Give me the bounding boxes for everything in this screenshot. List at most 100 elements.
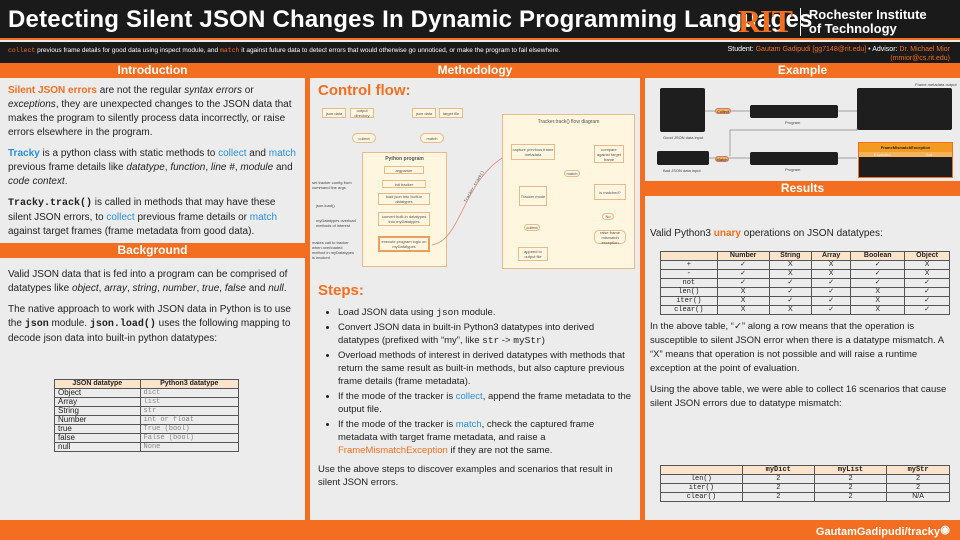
table-header: Number bbox=[716, 251, 770, 261]
table-cell: ✓ bbox=[810, 287, 852, 297]
steps-list: Load JSON data using json module. Conver… bbox=[318, 306, 636, 496]
table-cell: ✓ bbox=[850, 278, 906, 288]
github-link[interactable]: ◉ GautamGadipudi/tracky bbox=[816, 523, 950, 538]
table-row: null None bbox=[54, 442, 240, 452]
table-cell: iter() bbox=[660, 483, 743, 493]
table-cell: iter() bbox=[660, 296, 718, 306]
table-cell: X bbox=[850, 305, 906, 315]
table-cell: list bbox=[139, 397, 240, 407]
table-cell: ✓ bbox=[810, 296, 852, 306]
table-row: true True (bool) bbox=[54, 424, 240, 434]
table-cell: 2 bbox=[813, 483, 888, 493]
table-cell: ✓ bbox=[850, 269, 906, 279]
table-row: Number int or float bbox=[54, 415, 240, 425]
table-cell: 2 bbox=[741, 492, 815, 502]
table-cell: None bbox=[139, 442, 240, 452]
steps-heading: Steps: bbox=[318, 282, 364, 299]
table-cell: X bbox=[810, 260, 852, 270]
table-cell: 2 bbox=[886, 474, 950, 484]
control-flow-heading: Control flow: bbox=[318, 82, 411, 99]
table-header: String bbox=[768, 251, 812, 261]
table-cell: ✓ bbox=[850, 260, 906, 270]
section-header-methodology: Methodology bbox=[310, 63, 640, 78]
table-cell: ✓ bbox=[904, 296, 950, 306]
table-header bbox=[660, 251, 718, 261]
unary-ops-table: Number String Array Boolean Object + ✓ X X ✓ X - ✓ X X… bbox=[660, 251, 950, 315]
table-cell: 2 bbox=[886, 483, 950, 493]
table-cell: ✓ bbox=[716, 260, 770, 270]
table-cell: dict bbox=[139, 388, 240, 398]
table-cell: clear() bbox=[660, 305, 718, 315]
table-row: Object dict bbox=[54, 388, 240, 398]
section-header-results: Results bbox=[645, 181, 960, 196]
table-cell: ✓ bbox=[768, 278, 812, 288]
subtitle-bar: collect previous frame details for good … bbox=[0, 42, 960, 63]
results-intro: Valid Python3 unary operations on JSON d… bbox=[650, 228, 883, 239]
control-flow-diagram: json data output directory json data tar… bbox=[312, 100, 640, 275]
table-cell: ✓ bbox=[904, 305, 950, 315]
table-header: Array bbox=[810, 251, 852, 261]
table-cell: ✓ bbox=[716, 278, 770, 288]
table-cell: X bbox=[768, 305, 812, 315]
step: If the mode of the tracker is match, che… bbox=[338, 418, 636, 457]
diagram-node: is matched? bbox=[594, 184, 626, 200]
diagram-node: capture previous frame metadata bbox=[511, 144, 555, 160]
summary: collect previous frame details for good … bbox=[8, 47, 561, 54]
table-cell: ✓ bbox=[716, 269, 770, 279]
title-bar: Detecting Silent JSON Changes In Dynamic… bbox=[0, 0, 960, 40]
table-cell: 2 bbox=[813, 492, 888, 502]
table-cell: X bbox=[716, 287, 770, 297]
results-p2: Using the above table, we were able to c… bbox=[650, 384, 947, 409]
table-row: clear() X X ✓ X ✓ bbox=[660, 305, 950, 315]
table-row: not ✓ ✓ ✓ ✓ ✓ bbox=[660, 278, 950, 288]
table-cell: ✓ bbox=[904, 278, 950, 288]
table-header: Boolean bbox=[850, 251, 906, 261]
table-cell: X bbox=[768, 269, 812, 279]
table-cell: N/A bbox=[886, 492, 950, 502]
diagram-node: match bbox=[564, 170, 580, 177]
step: Overload methods of interest in derived … bbox=[338, 349, 636, 388]
table-cell: ✓ bbox=[768, 287, 812, 297]
table-cell: + bbox=[660, 260, 718, 270]
table-cell: ✓ bbox=[768, 296, 812, 306]
example-figure: Good JSON data input Collect Program Fra… bbox=[645, 78, 960, 178]
background-text: Valid JSON data that is fed into a progr… bbox=[8, 269, 291, 344]
step: Convert JSON data in built-in Python3 da… bbox=[338, 321, 636, 347]
table-cell: X bbox=[716, 305, 770, 315]
json-mapping-table: JSON datatype Python3 datatype Object dict A… bbox=[54, 379, 240, 452]
logo-line1: Rochester Institute bbox=[808, 6, 927, 22]
rit-logo: RIT Rochester Institute of Technology bbox=[738, 3, 927, 40]
table-cell: X bbox=[768, 260, 812, 270]
table-header: myStr bbox=[886, 465, 950, 475]
table-cell: len() bbox=[660, 474, 743, 484]
table-header: myDict bbox=[741, 465, 815, 475]
table-cell: X bbox=[904, 260, 950, 270]
table-row: + ✓ X X ✓ X bbox=[660, 260, 950, 270]
logo-line2: of Technology bbox=[808, 20, 897, 36]
table-row: len() 2 2 2 bbox=[660, 474, 950, 484]
introduction-text: Silent JSON errors are not the regular s… bbox=[8, 85, 296, 237]
diagram-node: append to output file bbox=[518, 247, 548, 261]
scenario-count-table: myDict myList myStr len() 2 2 2 iter() 2 2 2 clear(… bbox=[660, 465, 950, 502]
section-header-background: Background bbox=[0, 243, 305, 258]
diagram-node: raise frame mismatch exception bbox=[594, 230, 626, 245]
table-cell: 2 bbox=[741, 483, 815, 493]
diagram-node: No bbox=[602, 213, 614, 220]
table-cell: 2 bbox=[741, 474, 815, 484]
table-header: Object bbox=[904, 251, 950, 261]
table-row: false False (bool) bbox=[54, 433, 240, 443]
table-header: myList bbox=[813, 465, 888, 475]
table-row: - ✓ X X ✓ X bbox=[660, 269, 950, 279]
table-cell: X bbox=[716, 296, 770, 306]
section-header-introduction: Introduction bbox=[0, 63, 305, 78]
table-cell: X bbox=[850, 287, 906, 297]
table-cell: ✓ bbox=[904, 287, 950, 297]
diagram-node: compare against target frame bbox=[594, 145, 624, 163]
results-p1: In the above table, “✓” along a row mean… bbox=[650, 321, 944, 374]
poster-title: Detecting Silent JSON Changes In Dynamic… bbox=[8, 6, 813, 33]
footer: ◉ GautamGadipudi/tracky bbox=[0, 520, 960, 540]
step: Load JSON data using json module. bbox=[338, 306, 636, 319]
diagram-node: Tracker mode bbox=[519, 186, 547, 206]
table-cell: True (bool) bbox=[139, 424, 240, 434]
table-row: len() X ✓ ✓ X ✓ bbox=[660, 287, 950, 297]
